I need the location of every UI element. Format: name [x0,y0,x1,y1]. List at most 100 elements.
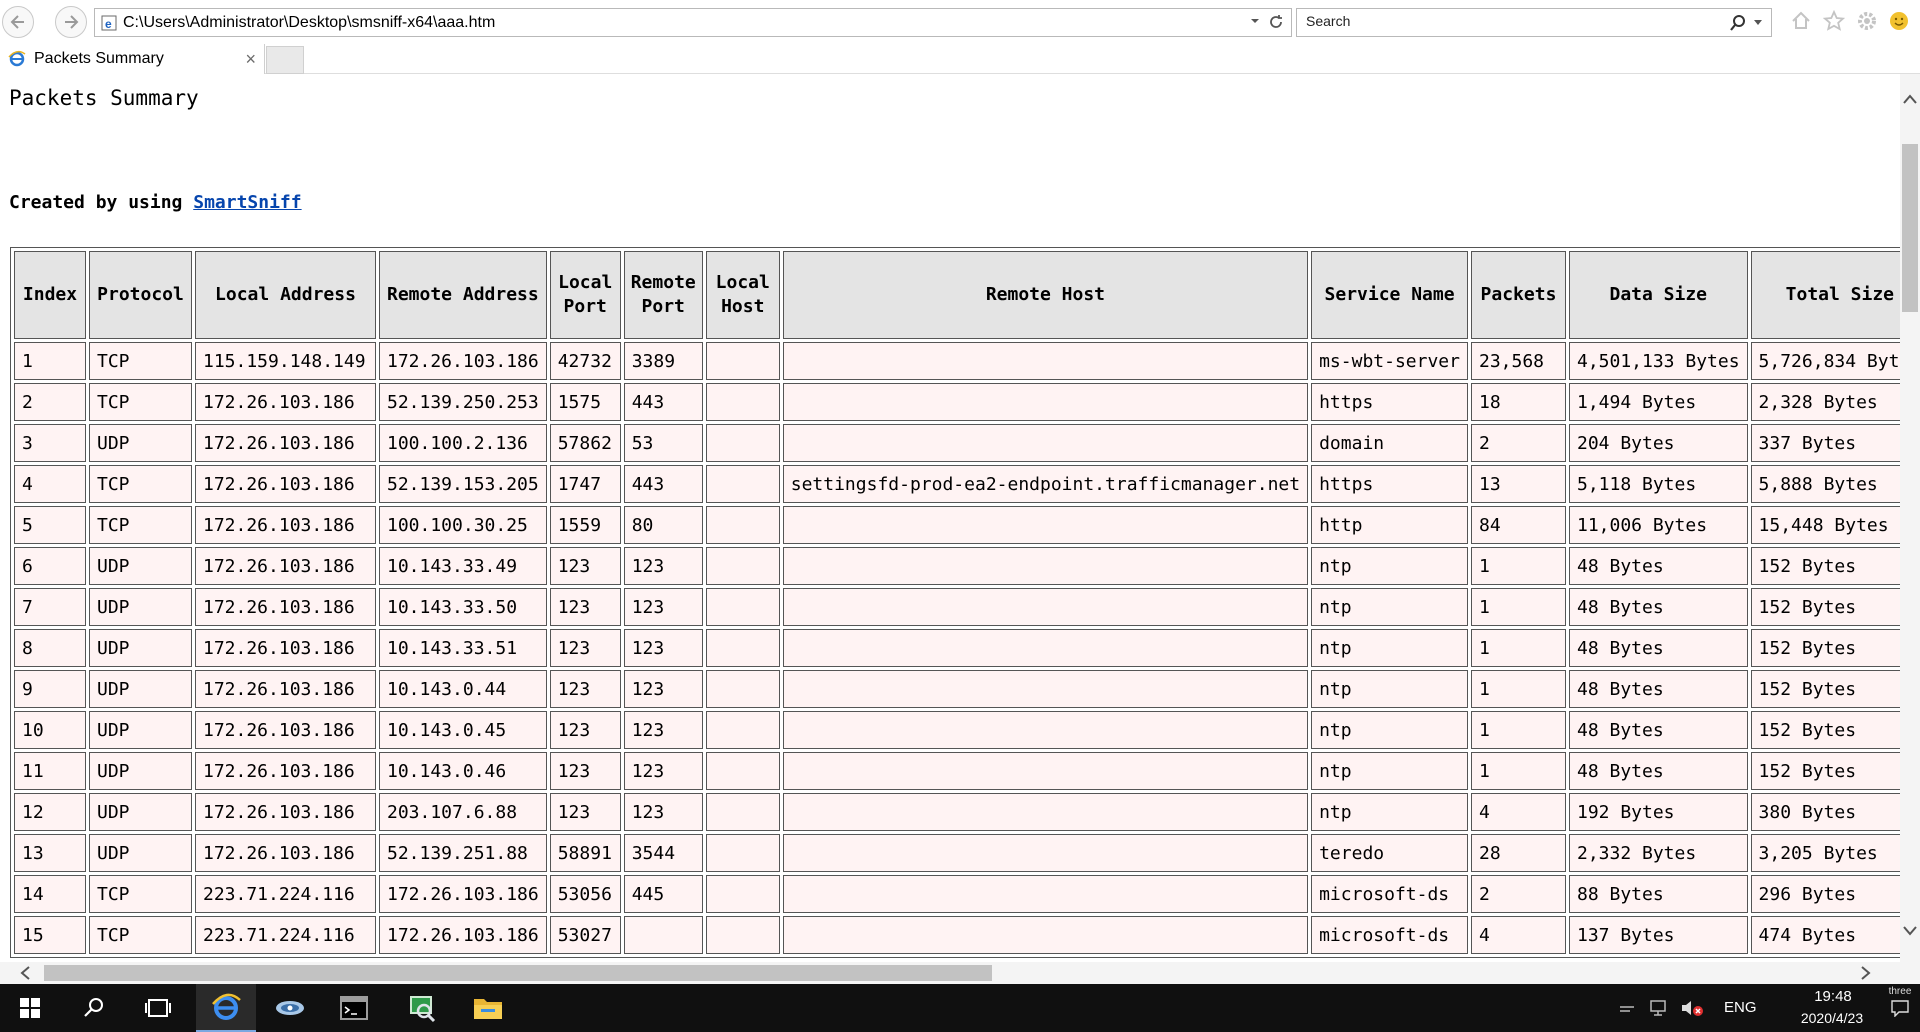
table-cell: 1,494 Bytes [1568,383,1748,421]
language-indicator[interactable]: ENG [1724,999,1757,1016]
address-input[interactable]: e C:\Users\Administrator\Desktop\smsniff… [94,8,1292,37]
folder-icon [474,999,502,1019]
network-icon[interactable] [1648,999,1668,1017]
close-icon[interactable]: × [245,49,256,70]
eye-app-icon [276,1001,304,1015]
vertical-scrollbar[interactable] [1900,74,1920,962]
table-row: 13 UDP 172.26.103.186 52.139.251.88 58891 354… [14,834,1900,872]
volume-muted-icon[interactable] [1680,999,1704,1017]
column-header: Protocol [89,251,192,339]
back-button[interactable] [2,6,34,38]
table-cell: 172.26.103.186 [379,342,547,380]
horizontal-scroll-thumb[interactable] [44,965,992,981]
smiley-feedback-icon[interactable] [1888,10,1910,32]
table-body: 1 TCP 115.159.148.149 172.26.103.186 42732 33… [14,342,1900,954]
horizontal-scrollbar[interactable] [0,962,1900,984]
table-cell: UDP [89,793,192,831]
search-icon [84,998,103,1017]
taskbar-search-button[interactable] [64,984,124,1032]
forward-button[interactable] [55,6,87,38]
task-view-icon [145,999,171,1017]
table-cell: 52.139.250.253 [379,383,547,421]
search-input[interactable]: Search [1296,8,1772,37]
table-cell: 2,328 Bytes [1750,383,1900,421]
table-cell [782,588,1309,626]
table-cell: UDP [89,834,192,872]
table-cell: https [1311,383,1468,421]
refresh-icon[interactable] [1267,13,1285,31]
table-cell: 48 Bytes [1568,670,1748,708]
new-tab-button[interactable] [266,46,304,74]
taskbar-internet-explorer[interactable] [196,984,256,1032]
favorites-star-icon[interactable] [1823,10,1845,32]
scroll-down-icon[interactable] [1903,926,1917,936]
tab-packets-summary[interactable]: Packets Summary × [0,44,265,74]
table-cell: microsoft-ds [1311,916,1468,954]
home-icon[interactable] [1790,10,1812,32]
table-cell: 4,501,133 Bytes [1568,342,1748,380]
table-cell: TCP [89,506,192,544]
scroll-right-icon[interactable] [1861,966,1871,980]
table-cell: UDP [89,752,192,790]
table-cell [782,547,1309,585]
search-dropdown-icon[interactable] [1753,19,1763,27]
table-cell: 57862 [549,424,621,462]
table-cell: 13 [14,834,86,872]
search-icon[interactable] [1729,14,1747,32]
table-cell: https [1311,465,1468,503]
taskbar-command-prompt[interactable] [324,984,384,1032]
column-header: Local Address [195,251,376,339]
table-cell: 4 [1470,793,1566,831]
table-cell [782,793,1309,831]
table-cell: 172.26.103.186 [195,465,376,503]
table-cell [705,793,780,831]
table-cell: 445 [623,875,703,913]
table-cell: 1 [1470,752,1566,790]
table-cell: 172.26.103.186 [195,711,376,749]
table-cell: teredo [1311,834,1468,872]
table-cell: 100.100.2.136 [379,424,547,462]
table-cell: 3,205 Bytes [1750,834,1900,872]
table-cell [623,916,703,954]
ie-tab-icon [8,50,26,67]
table-cell: 123 [623,711,703,749]
table-cell: 10.143.33.49 [379,547,547,585]
table-cell: 18 [1470,383,1566,421]
task-view-button[interactable] [128,984,188,1032]
created-by-text: Created by using [9,192,194,213]
gear-icon[interactable] [1856,10,1878,32]
start-button[interactable] [0,984,60,1032]
table-row: 8 UDP 172.26.103.186 10.143.33.51 123 123 ntp 1… [14,629,1900,667]
table-cell: 172.26.103.186 [195,793,376,831]
arrow-left-icon [10,15,24,29]
vertical-scroll-thumb[interactable] [1902,144,1918,312]
table-cell: 100.100.30.25 [379,506,547,544]
address-dropdown-icon[interactable] [1249,15,1261,27]
notification-center-button[interactable]: three [1880,986,1920,1017]
scrollbar-corner [1900,962,1920,984]
tab-title: Packets Summary [34,50,164,67]
scroll-left-icon[interactable] [20,966,30,980]
taskbar-file-explorer[interactable] [458,984,518,1032]
taskbar-app-eye[interactable] [260,984,320,1032]
address-text: C:\Users\Administrator\Desktop\smsniff-x… [123,13,496,31]
table-row: 6 UDP 172.26.103.186 10.143.33.49 123 123 ntp 1… [14,547,1900,585]
table-cell: 52.139.251.88 [379,834,547,872]
table-cell: 152 Bytes [1750,629,1900,667]
page-favicon-icon: e [101,15,117,31]
clock-time[interactable]: 19:48 [1788,988,1878,1005]
table-cell: 10.143.0.44 [379,670,547,708]
windows-logo-icon [20,998,40,1018]
tray-input-icon[interactable] [1618,999,1636,1017]
smartsniff-link[interactable]: SmartSniff [193,192,301,213]
table-cell: 10.143.33.51 [379,629,547,667]
clock-date[interactable]: 2020/4/23 [1784,1010,1880,1026]
table-cell: TCP [89,383,192,421]
scroll-up-icon[interactable] [1903,94,1917,104]
table-cell: 172.26.103.186 [195,629,376,667]
table-cell: 42732 [549,342,621,380]
table-cell: 123 [623,793,703,831]
internet-explorer-icon [212,993,241,1020]
taskbar-smartsniff[interactable] [392,984,452,1032]
table-cell: 296 Bytes [1750,875,1900,913]
